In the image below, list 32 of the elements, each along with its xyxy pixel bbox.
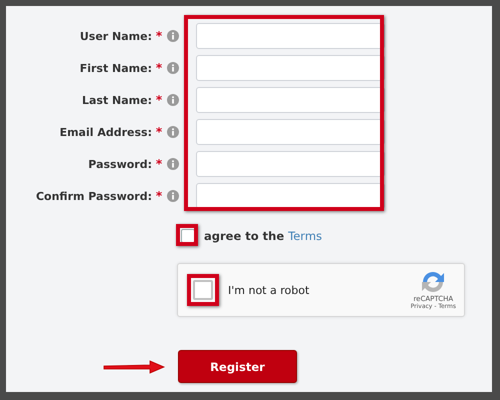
info-icon[interactable]: [167, 126, 179, 138]
required-asterisk: *: [154, 93, 164, 107]
required-asterisk: *: [154, 189, 164, 203]
input-field[interactable]: [196, 87, 385, 113]
input-field[interactable]: [196, 23, 385, 49]
input-field[interactable]: [196, 55, 385, 81]
info-icon[interactable]: [167, 62, 179, 74]
terms-link[interactable]: Terms: [288, 229, 322, 243]
highlight-frame: [187, 274, 219, 306]
captcha-label: I'm not a robot: [228, 284, 310, 296]
field-label: Last Name:: [80, 94, 152, 106]
terms-text: agree to the: [204, 229, 284, 243]
required-asterisk: *: [154, 157, 164, 171]
info-icon[interactable]: [167, 158, 179, 170]
field-label: Email Address:: [58, 126, 152, 138]
info-icon[interactable]: [167, 190, 179, 202]
required-asterisk: *: [154, 125, 164, 139]
field-label: First Name:: [78, 62, 152, 74]
register-button[interactable]: Register: [178, 350, 297, 383]
input-field[interactable]: [196, 119, 385, 145]
required-asterisk: *: [154, 61, 164, 75]
field-label: User Name:: [78, 30, 152, 42]
info-icon[interactable]: [167, 94, 179, 106]
arrow-icon: [102, 360, 166, 374]
field-label: Password:: [87, 158, 152, 170]
field-label: Confirm Password:: [34, 190, 152, 202]
input-field[interactable]: [196, 183, 385, 209]
info-icon[interactable]: [167, 30, 179, 42]
highlight-frame: [176, 224, 198, 246]
captcha-checkbox[interactable]: [193, 280, 213, 300]
required-asterisk: *: [154, 29, 164, 43]
input-field[interactable]: [196, 151, 385, 177]
